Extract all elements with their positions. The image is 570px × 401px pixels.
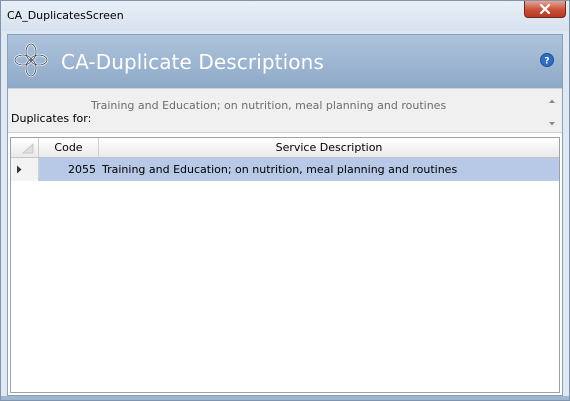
title-bar[interactable]: CA_DuplicatesScreen bbox=[1, 1, 569, 31]
scroll-up-arrow-icon bbox=[549, 99, 555, 103]
duplicates-for-value: Training and Education; on nutrition, me… bbox=[91, 99, 447, 112]
select-all-corner[interactable] bbox=[11, 138, 39, 157]
cell-code: 2055 bbox=[68, 163, 96, 176]
vertical-scrollbar[interactable] bbox=[545, 94, 559, 130]
celtic-knot-logo-icon bbox=[13, 42, 49, 78]
svg-text:?: ? bbox=[544, 57, 549, 67]
dialog-header: CA-Duplicate Descriptions ? bbox=[8, 35, 562, 88]
dialog-client-area: CA-Duplicate Descriptions ? Duplicates f… bbox=[7, 34, 563, 396]
duplicates-for-panel: Duplicates for: Training and Education; … bbox=[8, 88, 562, 133]
scroll-down-arrow-icon bbox=[549, 122, 555, 126]
column-header-code[interactable]: Code bbox=[39, 138, 99, 157]
current-row-arrow-icon bbox=[17, 165, 22, 174]
help-icon[interactable]: ? bbox=[540, 53, 554, 67]
window-title: CA_DuplicatesScreen bbox=[7, 9, 124, 22]
column-header-service-description[interactable]: Service Description bbox=[99, 138, 559, 157]
grid-header-row: Code Service Description bbox=[11, 138, 559, 158]
close-button[interactable] bbox=[524, 1, 566, 18]
duplicates-for-label: Duplicates for: bbox=[11, 112, 92, 125]
table-row[interactable]: 2055 Training and Education; on nutritio… bbox=[11, 158, 559, 181]
window-bottom-border bbox=[1, 396, 569, 400]
duplicates-window: CA_DuplicatesScreen CA-Duplicate Descrip… bbox=[0, 0, 570, 401]
close-icon bbox=[539, 4, 551, 14]
corner-triangle-icon bbox=[21, 143, 34, 154]
duplicates-grid: Code Service Description 2055 Training a… bbox=[10, 137, 560, 393]
row-indicator bbox=[11, 158, 39, 181]
dialog-title: CA-Duplicate Descriptions bbox=[61, 50, 324, 74]
cell-service-description: Training and Education; on nutrition, me… bbox=[102, 163, 458, 176]
